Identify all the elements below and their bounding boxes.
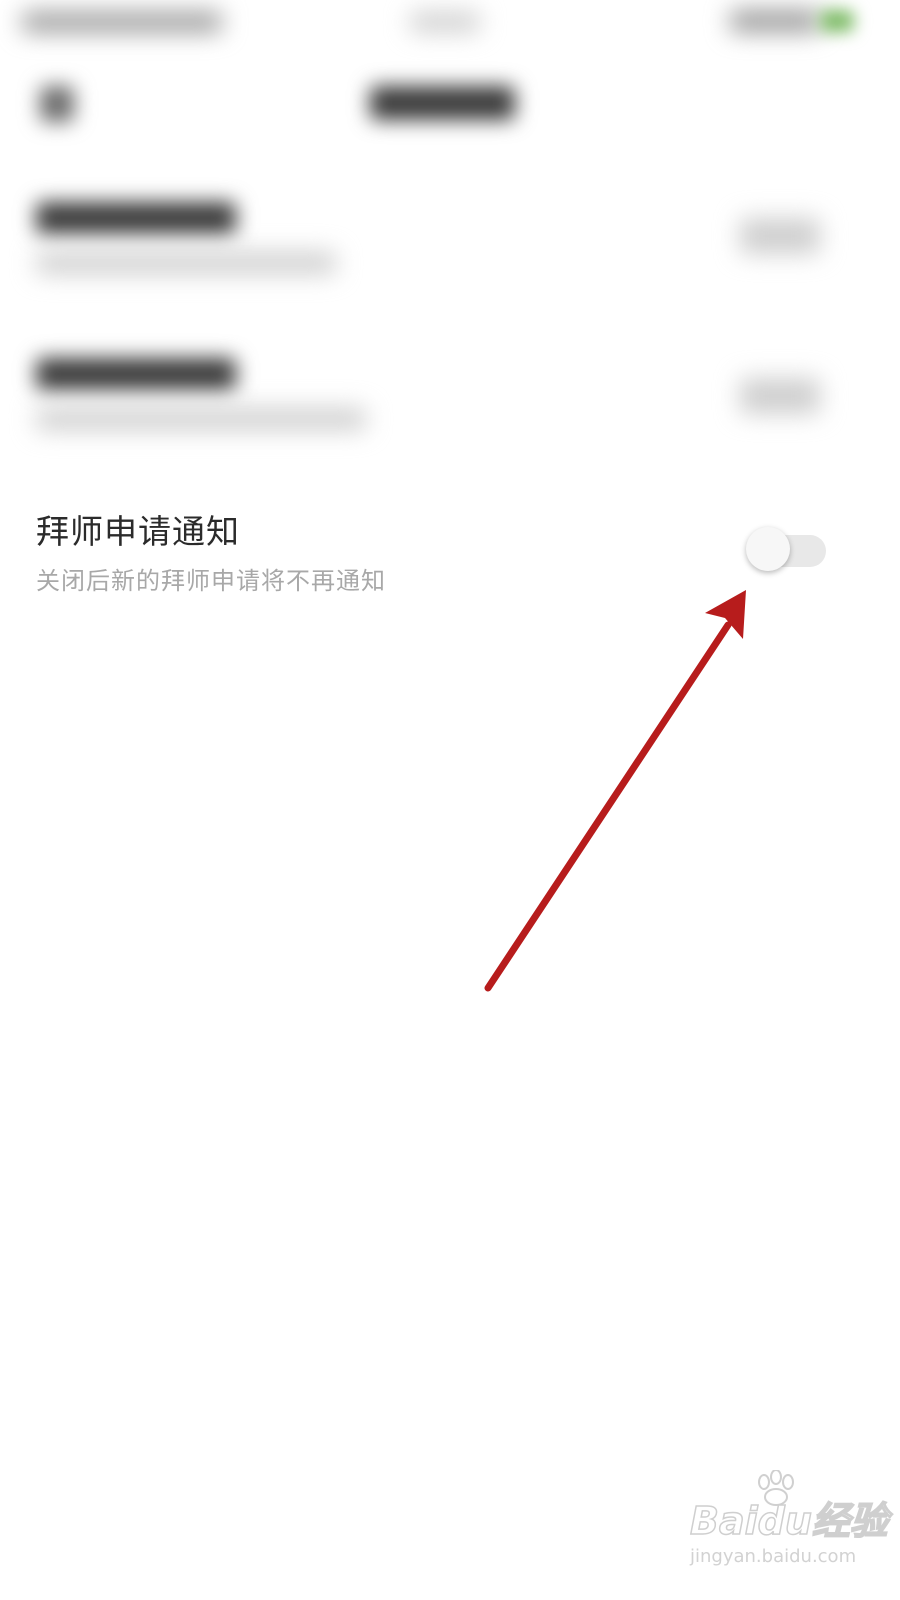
setting-title-blurred xyxy=(36,202,236,234)
arrow-shaft xyxy=(484,621,732,992)
back-icon[interactable] xyxy=(40,86,74,122)
page-title-blurred xyxy=(370,86,515,120)
toggle-knob xyxy=(746,527,790,571)
setting-row-apprentice-notification: 拜师申请通知 关闭后新的拜师申请将不再通知 xyxy=(0,505,900,605)
nav-bar xyxy=(0,60,900,150)
baidu-watermark: Baidu经验 jingyan.baidu.com xyxy=(689,1470,890,1580)
setting-title: 拜师申请通知 xyxy=(36,512,240,551)
setting-row-obscured-2 xyxy=(0,340,900,450)
apprentice-notification-toggle[interactable] xyxy=(746,525,838,577)
app-screen: 拜师申请通知 关闭后新的拜师申请将不再通知 Baidu经验 jingyan.ba… xyxy=(0,0,900,1600)
setting-subtitle: 关闭后新的拜师申请将不再通知 xyxy=(36,567,386,595)
status-bar-time-blurred xyxy=(410,12,480,32)
toggle-switch-blurred[interactable] xyxy=(740,378,820,414)
setting-subtitle-blurred xyxy=(36,408,366,430)
battery-icon xyxy=(820,10,854,32)
status-bar-right-blurred xyxy=(730,10,820,32)
setting-title-blurred xyxy=(36,358,236,390)
toggle-switch-blurred[interactable] xyxy=(740,218,820,254)
status-bar-left-blurred xyxy=(22,12,222,32)
watermark-url: jingyan.baidu.com xyxy=(690,1546,857,1567)
setting-row-obscured-1 xyxy=(0,190,900,300)
setting-subtitle-blurred xyxy=(36,252,336,274)
watermark-logo-text: Baidu经验 xyxy=(689,1498,888,1544)
status-bar xyxy=(0,0,900,50)
